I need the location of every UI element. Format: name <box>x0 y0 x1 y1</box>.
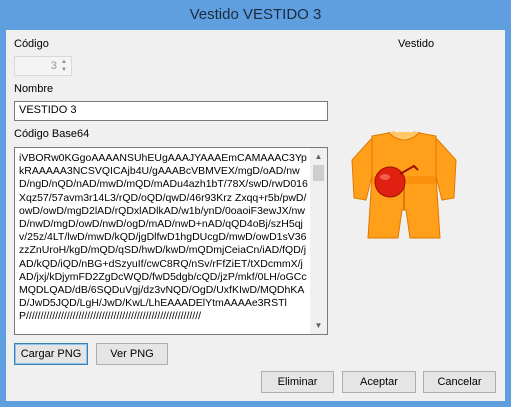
title-bar[interactable]: Vestido VESTIDO 3 <box>0 0 511 30</box>
ver-png-button[interactable]: Ver PNG <box>96 343 168 365</box>
codigo-label: Código <box>14 38 49 50</box>
codigo-value: 3 <box>50 60 57 72</box>
window-title: Vestido VESTIDO 3 <box>189 6 322 23</box>
dress-preview-image <box>344 126 464 246</box>
scroll-thumb[interactable] <box>313 165 324 181</box>
vestido-label: Vestido <box>398 38 435 50</box>
spin-up-icon: ▲ <box>61 59 67 65</box>
dress-icon <box>351 131 457 239</box>
dialog-body: Código 3 ▲ ▼ Vestido Nombre VESTIDO 3 Có… <box>6 30 505 401</box>
nombre-input[interactable]: VESTIDO 3 <box>14 101 328 121</box>
scroll-up-icon[interactable]: ▲ <box>310 148 327 165</box>
spinner-buttons: ▲ ▼ <box>58 58 70 74</box>
nombre-label: Nombre <box>14 83 54 95</box>
eliminar-button[interactable]: Eliminar <box>261 371 334 393</box>
vertical-scrollbar[interactable]: ▲ ▼ <box>310 148 327 334</box>
cancelar-button[interactable]: Cancelar <box>423 371 496 393</box>
base64-label: Código Base64 <box>14 128 90 140</box>
cargar-png-button[interactable]: Cargar PNG <box>14 343 88 365</box>
codigo-spinner: 3 ▲ ▼ <box>14 56 72 76</box>
scroll-down-icon[interactable]: ▼ <box>310 317 327 334</box>
dialog-window: Vestido VESTIDO 3 Código 3 ▲ ▼ Vestido N… <box>0 0 511 407</box>
base64-textarea[interactable]: iVBORw0KGgoAAAANSUhEUgAAAJYAAAEmCAMAAAC3… <box>14 147 328 335</box>
spin-down-icon: ▼ <box>61 67 67 73</box>
base64-text: iVBORw0KGgoAAAANSUhEUgAAAJYAAAEmCAMAAAC3… <box>19 152 308 323</box>
aceptar-button[interactable]: Aceptar <box>342 371 416 393</box>
